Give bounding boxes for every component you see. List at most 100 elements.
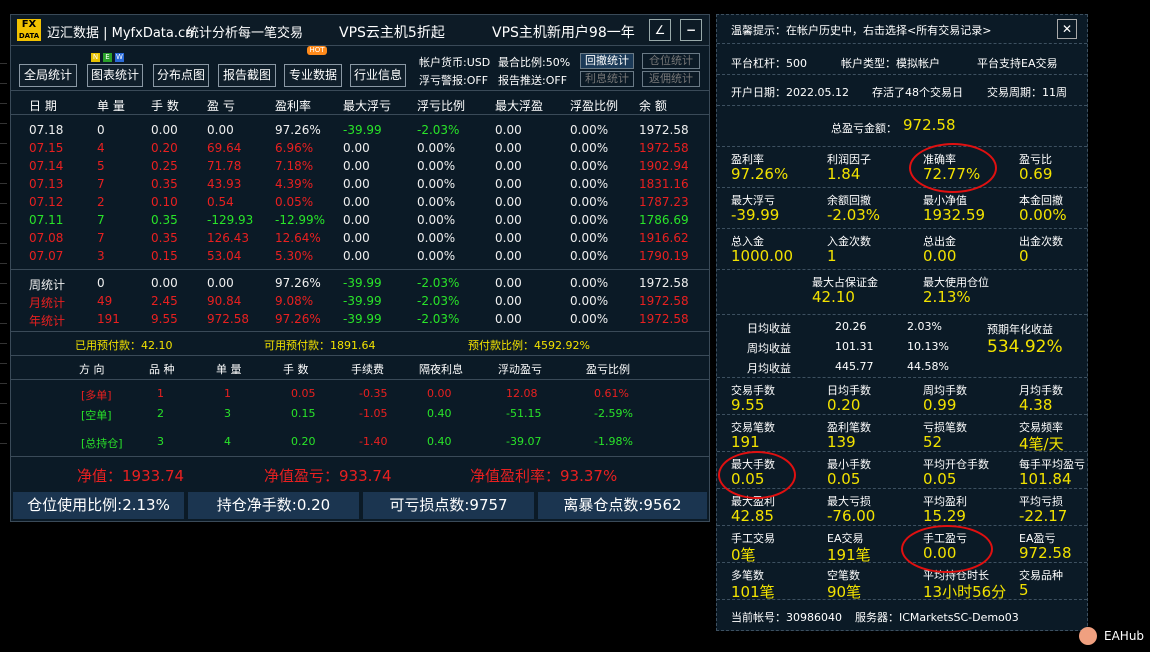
- side-strip-item[interactable]: [0, 424, 7, 444]
- toolbar: 全局统计 图表统计 分布点图 报告截图 专业数据 行业信息 N E W HOT …: [11, 46, 709, 91]
- cell-orders: 4: [97, 141, 105, 155]
- side-strip-item[interactable]: [0, 124, 7, 144]
- industry-info-button[interactable]: 行业信息: [350, 64, 406, 87]
- cell-profitratio: 0.00%: [570, 195, 609, 209]
- stat-value: -2.03%: [827, 206, 881, 224]
- stat-value: 4.38: [1019, 396, 1053, 414]
- stat-value: 42.10: [812, 288, 855, 306]
- side-strip-item[interactable]: [0, 364, 7, 384]
- cell-balance: 1786.69: [639, 213, 689, 227]
- side-strip-item[interactable]: [0, 304, 7, 324]
- stat-value: 0.69: [1019, 165, 1053, 183]
- close-icon[interactable]: ✕: [1057, 19, 1077, 39]
- interest-stats-button[interactable]: 利息统计: [580, 71, 634, 87]
- ad-vps-cloud[interactable]: VPS云主机5折起: [339, 22, 445, 42]
- stat-value: 101笔: [731, 583, 775, 601]
- pos-cell-sym: 3: [157, 435, 164, 448]
- drawdown-stats-button[interactable]: 回撤统计: [580, 53, 634, 69]
- side-strip-item[interactable]: [0, 264, 7, 284]
- cell-date: 07.15: [29, 141, 64, 155]
- pos-cell-dir: [空单]: [81, 409, 112, 422]
- titlebar: FX DATA 迈汇数据 | MyfxData.cn 统计分析每一笔交易 VPS云…: [11, 15, 709, 46]
- side-strip-item[interactable]: [0, 244, 7, 264]
- cell-orders: 49: [97, 294, 113, 308]
- cell-date: 07.18: [29, 123, 64, 137]
- cell-rate: 9.08%: [275, 294, 314, 308]
- report-screenshot-button[interactable]: 报告截图: [218, 64, 276, 87]
- stat-value: 2.13%: [923, 288, 971, 306]
- side-strip-item[interactable]: [0, 164, 7, 184]
- net-equity: 净值：1933.74: [77, 467, 185, 485]
- pos-cell-sym: 1: [157, 387, 164, 400]
- stat-value: 13小时56分: [923, 583, 1007, 601]
- cell-rate: 7.18%: [275, 159, 314, 173]
- ad-vps-host[interactable]: VPS主机新用户98一年: [492, 22, 635, 42]
- chart-stats-button[interactable]: 图表统计: [87, 64, 143, 87]
- distribution-button[interactable]: 分布点图: [153, 64, 209, 87]
- pos-cell-orders: 3: [224, 407, 231, 420]
- pos-cell-lots: 0.20: [291, 435, 316, 448]
- fxdata-logo: FX DATA: [17, 19, 41, 41]
- slogan: 统计分析每一笔交易: [186, 26, 304, 41]
- avg-income-label: 日均收益: [747, 322, 791, 335]
- pos-cell-swap: 0.40: [427, 407, 452, 420]
- cell-orders: 3: [97, 249, 105, 263]
- pro-data-button[interactable]: 专业数据: [284, 64, 342, 87]
- side-strip-item[interactable]: [0, 104, 7, 124]
- side-strip-item[interactable]: [0, 144, 7, 164]
- side-strip-item[interactable]: [0, 344, 7, 364]
- cell-pl: 972.58: [207, 312, 249, 326]
- prepay-ratio: 预付款比例：4592.92%: [468, 339, 590, 352]
- col-header-profitratio: 浮盈比例: [570, 99, 619, 113]
- cell-pl: 53.04: [207, 249, 242, 263]
- loss-points: 可亏损点数:9757: [363, 492, 534, 519]
- side-strip-item[interactable]: [0, 324, 7, 344]
- side-strip-item[interactable]: [0, 224, 7, 244]
- avg-income-pct: 10.13%: [907, 340, 949, 353]
- stat-value: 5: [1019, 581, 1029, 599]
- rebate-stats-button[interactable]: 返佣统计: [642, 71, 700, 87]
- cell-profitratio: 0.00%: [570, 213, 609, 227]
- net-position-lots: 持仓净手数:0.20: [188, 492, 359, 519]
- side-strip-item[interactable]: [0, 204, 7, 224]
- side-strip-item[interactable]: [0, 184, 7, 204]
- cell-balance: 1787.23: [639, 195, 689, 209]
- avg-income-amount: 20.26: [835, 320, 867, 333]
- side-strip-item[interactable]: [0, 404, 7, 424]
- trade-days: 存活了48个交易日: [872, 86, 963, 99]
- cell-lots: 0.35: [151, 213, 178, 227]
- stat-value: -39.99: [731, 206, 780, 224]
- cell-profitratio: 0.00%: [570, 123, 609, 137]
- site-name[interactable]: 迈汇数据 | MyfxData.cn: [47, 22, 193, 41]
- float-alert[interactable]: 浮亏警报:OFF: [419, 72, 488, 88]
- side-strip-item[interactable]: [0, 64, 7, 84]
- cell-maxloss: -39.99: [343, 312, 382, 326]
- pos-cell-lots: 0.15: [291, 407, 316, 420]
- pos-header-sym: 品 种: [149, 363, 175, 376]
- available-prepay: 可用预付款：1891.64: [264, 339, 376, 352]
- col-header-orders: 单 量: [97, 99, 125, 113]
- minimize-button[interactable]: −: [680, 19, 702, 41]
- annual-label: 预期年化收益: [987, 323, 1053, 336]
- side-strip-item[interactable]: [0, 44, 7, 64]
- side-strip-item[interactable]: [0, 84, 7, 104]
- stat-value: 0.05: [923, 470, 957, 488]
- avg-income-pct: 44.58%: [907, 360, 949, 373]
- side-strip-item[interactable]: [0, 284, 7, 304]
- cell-pl: -129.93: [207, 213, 254, 227]
- edit-icon[interactable]: ∠: [649, 19, 671, 41]
- cell-maxloss: -39.99: [343, 123, 382, 137]
- cell-lots: 0.25: [151, 159, 178, 173]
- global-stats-button[interactable]: 全局统计: [19, 64, 77, 87]
- eahub-watermark: EAHub: [1104, 629, 1145, 643]
- position-usage-ratio: 仓位使用比例:2.13%: [13, 492, 184, 519]
- total-pl-label: 总盈亏金额：: [831, 122, 897, 135]
- report-push[interactable]: 报告推送:OFF: [498, 72, 567, 88]
- position-stats-button[interactable]: 仓位统计: [642, 53, 700, 69]
- cell-maxloss: 0.00: [343, 213, 370, 227]
- cell-orders: 191: [97, 312, 120, 326]
- cell-lossratio: 0.00%: [417, 141, 456, 155]
- cell-lossratio: 0.00%: [417, 213, 456, 227]
- side-strip-item[interactable]: [0, 384, 7, 404]
- cell-profitratio: 0.00%: [570, 177, 609, 191]
